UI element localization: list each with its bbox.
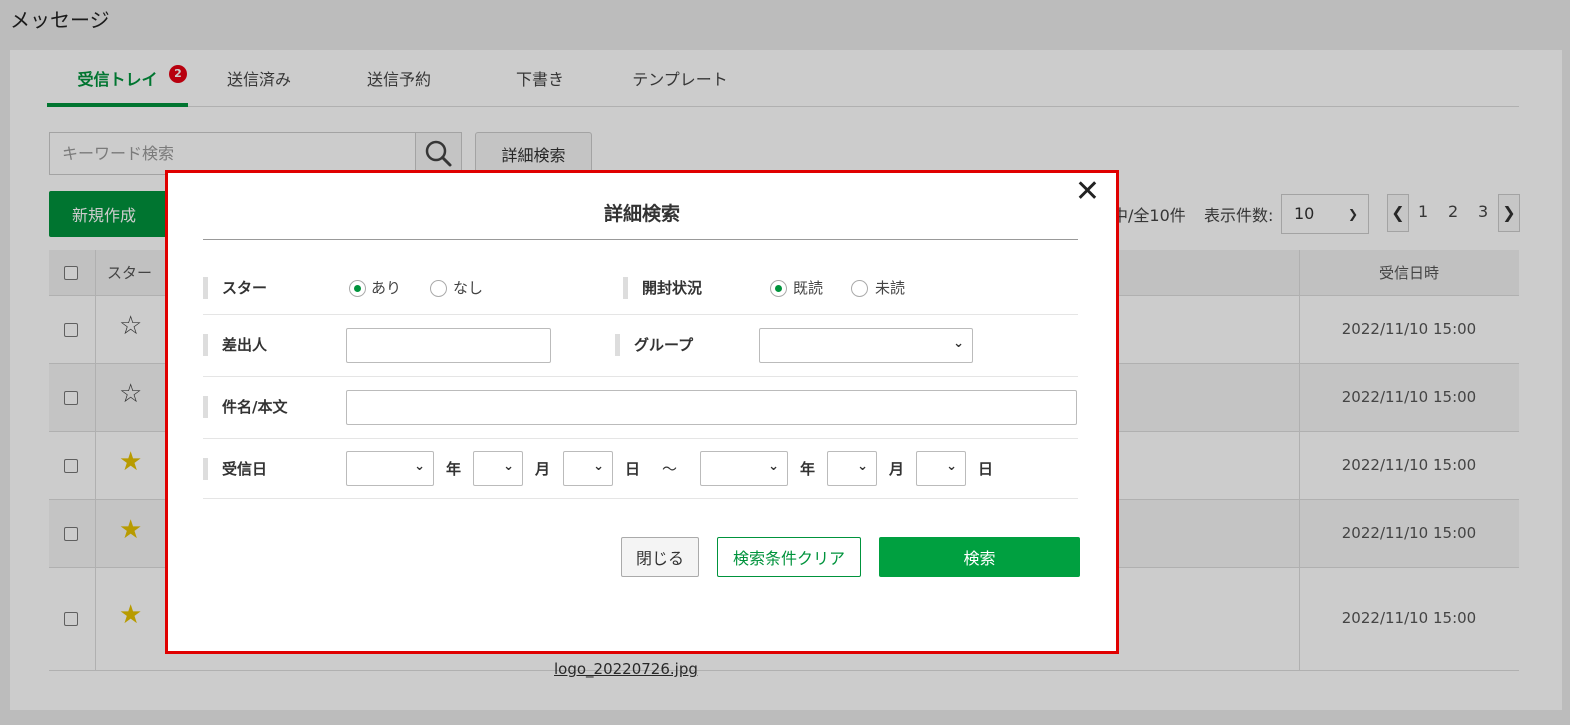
day-unit: 日 [625, 460, 641, 478]
form-row-received-date: 受信日 ⌄ 年 ⌄ 月 ⌄ 日 ～ ⌄ 年 ⌄ 月 ⌄ 日 [203, 439, 1078, 499]
group-label: グループ [615, 334, 693, 356]
opened-unread-label: 未読 [875, 279, 906, 297]
clear-conditions-button[interactable]: 検索条件クリア [717, 537, 861, 577]
month-unit: 月 [889, 460, 905, 478]
chevron-down-icon: ⌄ [503, 459, 514, 474]
chevron-down-icon: ⌄ [768, 459, 779, 474]
range-separator: ～ [662, 460, 678, 478]
advanced-search-modal: ✕ 詳細検索 スター あり なし 開封状況 既読 未読 差出人 グループ ⌄ 件… [165, 170, 1119, 654]
star-no-label: なし [453, 279, 484, 297]
to-day-select[interactable]: ⌄ [916, 451, 966, 486]
chevron-down-icon: ⌄ [593, 459, 604, 474]
to-month-select[interactable]: ⌄ [827, 451, 877, 486]
opened-status-label: 開封状況 [623, 277, 702, 299]
year-unit: 年 [446, 460, 462, 478]
chevron-down-icon: ⌄ [953, 336, 964, 351]
opened-read-radio[interactable] [770, 280, 787, 297]
star-yes-radio[interactable] [349, 280, 366, 297]
from-year-select[interactable]: ⌄ [346, 451, 434, 486]
chevron-down-icon: ⌄ [857, 459, 868, 474]
close-button[interactable]: 閉じる [621, 537, 699, 577]
form-row-star-opened: スター あり なし 開封状況 既読 未読 [203, 260, 1078, 315]
sender-label: 差出人 [203, 334, 267, 356]
received-date-label: 受信日 [203, 458, 267, 480]
form-row-subject: 件名/本文 [203, 377, 1078, 439]
from-month-select[interactable]: ⌄ [473, 451, 523, 486]
chevron-down-icon: ⌄ [946, 459, 957, 474]
day-unit: 日 [978, 460, 994, 478]
year-unit: 年 [800, 460, 816, 478]
star-yes-label: あり [371, 279, 402, 297]
divider [203, 239, 1078, 240]
form-row-sender-group: 差出人 グループ ⌄ [203, 315, 1078, 377]
subject-body-label: 件名/本文 [203, 396, 287, 418]
modal-title: 詳細検索 [603, 203, 680, 225]
group-select[interactable]: ⌄ [759, 328, 973, 363]
to-year-select[interactable]: ⌄ [700, 451, 788, 486]
chevron-down-icon: ⌄ [414, 459, 425, 474]
opened-unread-radio[interactable] [851, 280, 868, 297]
star-label: スター [203, 277, 267, 299]
sender-input[interactable] [346, 328, 551, 363]
from-day-select[interactable]: ⌄ [563, 451, 613, 486]
star-no-radio[interactable] [430, 280, 447, 297]
opened-read-label: 既読 [793, 279, 824, 297]
search-submit-button[interactable]: 検索 [879, 537, 1080, 577]
month-unit: 月 [535, 460, 551, 478]
subject-body-input[interactable] [346, 390, 1077, 425]
